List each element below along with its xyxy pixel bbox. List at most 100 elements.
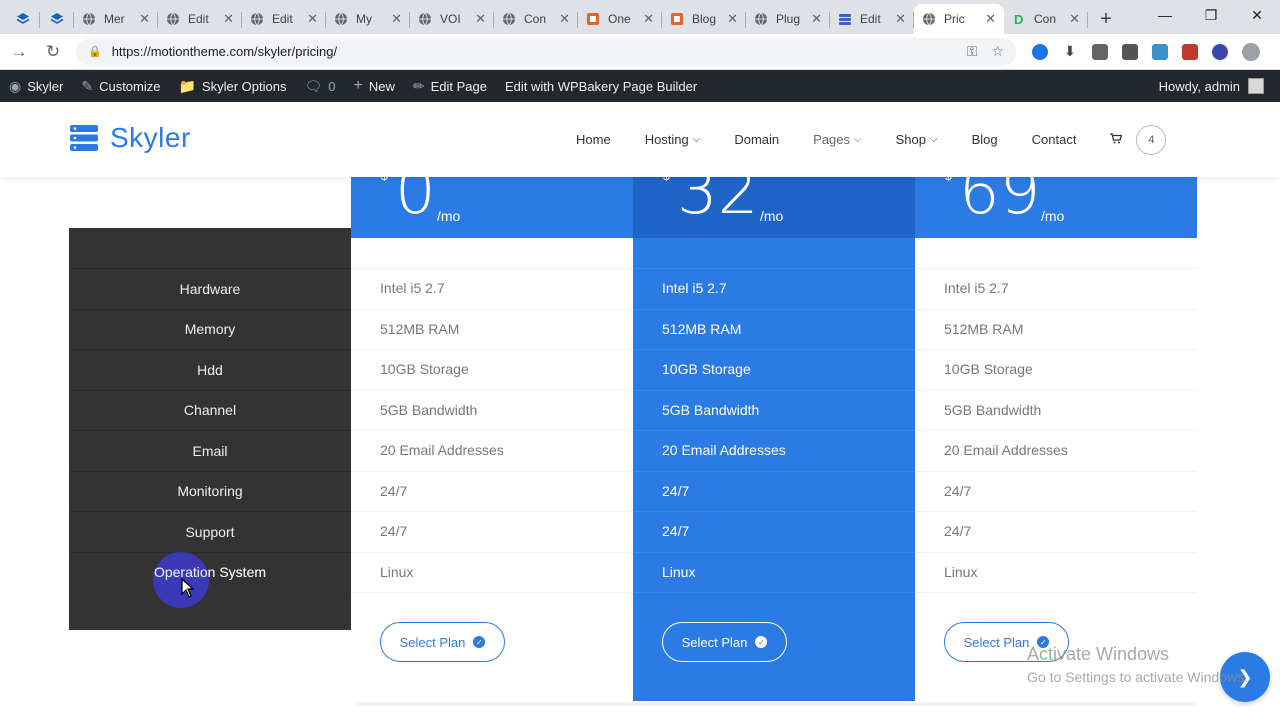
server-stack-icon: [70, 125, 98, 151]
admin-site-link[interactable]: ◉ Skyler: [0, 70, 72, 102]
watermark-line-1: Activate Windows: [1027, 644, 1170, 664]
reload-icon[interactable]: ↻: [38, 37, 68, 67]
profile-avatar-icon[interactable]: [1242, 42, 1260, 61]
plan-feature-value: 24/7: [380, 482, 408, 499]
tab-close-icon[interactable]: ✕: [475, 11, 486, 27]
tab-close-icon[interactable]: ✕: [895, 11, 906, 27]
download-icon[interactable]: ⬇: [1062, 43, 1078, 60]
forward-icon[interactable]: →: [4, 37, 34, 67]
plan-feature-value: Intel i5 2.7: [662, 280, 727, 297]
admin-edit-page-link[interactable]: ✏ Edit Page: [404, 70, 496, 102]
facebook-icon[interactable]: [1122, 43, 1138, 60]
extension-1b-icon[interactable]: [1092, 43, 1108, 60]
browser-tab[interactable]: D Con ✕: [1004, 4, 1088, 34]
admin-new-link[interactable]: + New: [345, 70, 404, 102]
tab-close-icon[interactable]: ✕: [727, 11, 738, 27]
browser-tab[interactable]: Pric ✕: [914, 4, 1004, 34]
chevron-down-icon: ⌵: [692, 134, 701, 145]
browser-tab[interactable]: Edit ✕: [830, 4, 914, 34]
avatar: [1248, 78, 1264, 94]
tab-close-icon[interactable]: ✕: [391, 11, 402, 27]
chevron-down-icon: ⌵: [854, 134, 862, 145]
browser-tab[interactable]: My ✕: [326, 4, 410, 34]
comment-icon: 🗨: [304, 77, 323, 94]
browser-tab[interactable]: [40, 4, 74, 34]
tab-close-icon[interactable]: ✕: [811, 11, 822, 27]
admin-options-link[interactable]: 📁 Skyler Options: [170, 70, 296, 102]
browser-tab[interactable]: Mer ✕: [74, 4, 158, 34]
layers-icon: [50, 12, 64, 26]
browser-tab[interactable]: Edit ✕: [158, 4, 242, 34]
plan-period: /mo: [437, 208, 461, 224]
admin-comments-link[interactable]: 🗨 0: [295, 70, 344, 102]
nav-item-hosting[interactable]: Hosting ⌵: [645, 132, 701, 147]
tab-close-icon[interactable]: ✕: [139, 11, 150, 27]
plan-feature-value: 512MB RAM: [662, 320, 742, 337]
cart-icon[interactable]: [1110, 132, 1123, 147]
folder-icon: 📁: [178, 77, 196, 94]
browser-tab[interactable]: [6, 4, 40, 34]
nav-item-domain[interactable]: Domain: [734, 132, 779, 147]
admin-customize-link[interactable]: ✎ Customize: [72, 70, 169, 102]
plan-feature-value: 5GB Bandwidth: [380, 401, 478, 418]
minimize-icon[interactable]: —: [1142, 0, 1188, 30]
browser-tab[interactable]: Con ✕: [494, 4, 578, 34]
site-logo[interactable]: Skyler: [68, 122, 191, 154]
layers-icon: [16, 12, 30, 26]
admin-wpbakery-link[interactable]: Edit with WPBakery Page Builder: [496, 70, 706, 102]
tab-close-icon[interactable]: ✕: [985, 11, 996, 27]
browser-tab[interactable]: Plug ✕: [746, 4, 830, 34]
close-window-icon[interactable]: ✕: [1234, 0, 1280, 30]
check-circle-icon: ✓: [755, 636, 768, 648]
cart-count-badge[interactable]: 4: [1136, 124, 1167, 155]
globe-icon: [418, 12, 432, 26]
tab-close-icon[interactable]: ✕: [1069, 11, 1080, 27]
restore-icon[interactable]: ❐: [1188, 0, 1234, 30]
address-bar[interactable]: 🔒 https://motiontheme.com/skyler/pricing…: [76, 37, 1016, 66]
plan-feature-value: 10GB Storage: [944, 361, 1033, 378]
brush-icon: ✎: [81, 77, 94, 94]
nav-item-contact[interactable]: Contact: [1032, 132, 1077, 147]
tab-close-icon[interactable]: ✕: [307, 11, 318, 27]
nav-item-blog[interactable]: Blog: [972, 132, 998, 147]
admin-account[interactable]: Howdy, admin: [1159, 78, 1280, 94]
tab-title: My: [356, 12, 372, 26]
url-text: https://motiontheme.com/skyler/pricing/: [111, 44, 338, 59]
key-icon[interactable]: ⚿: [967, 43, 978, 60]
tab-close-icon[interactable]: ✕: [223, 11, 234, 27]
star-icon[interactable]: ☆: [991, 43, 1004, 60]
nav-label: Shop: [895, 132, 926, 147]
browser-tab[interactable]: VOI ✕: [410, 4, 494, 34]
extension-globe-icon[interactable]: [1212, 43, 1228, 60]
extension-red-icon[interactable]: [1182, 43, 1198, 60]
globe-icon: [166, 12, 180, 26]
select-plan-button[interactable]: Select Plan ✓: [380, 622, 505, 662]
nav-label: Pages: [813, 132, 851, 147]
plan-feature-value: 24/7: [662, 482, 690, 499]
new-tab-button[interactable]: +: [1088, 4, 1124, 34]
pricing-plan: $0/mo Intel i5 2.7 512MB RAM 10GB Storage 5G…: [351, 177, 633, 701]
select-plan-button[interactable]: Select Plan ✓: [662, 622, 787, 662]
admin-howdy-label: Howdy, admin: [1158, 78, 1240, 94]
plan-header: $69/mo: [915, 177, 1197, 238]
plan-feature-value: Linux: [944, 563, 978, 580]
svg-text:D: D: [1014, 12, 1023, 26]
extension-screen-icon[interactable]: [1152, 43, 1168, 60]
tab-title: One: [608, 12, 631, 26]
nav-item-shop[interactable]: Shop ⌵: [896, 132, 938, 147]
tab-title: Blog: [692, 12, 717, 26]
browser-tab[interactable]: Blog ✕: [662, 4, 746, 34]
feature-label: Hdd: [69, 349, 351, 390]
feature-label: Hardware: [69, 268, 351, 309]
browser-tab[interactable]: Edit ✕: [242, 4, 326, 34]
plan-header: $32/mo: [633, 177, 915, 238]
browser-tab[interactable]: One ✕: [578, 4, 662, 34]
admin-options-label: Skyler Options: [201, 78, 287, 94]
tab-close-icon[interactable]: ✕: [559, 11, 570, 27]
extension-blue-icon[interactable]: [1032, 43, 1048, 60]
nav-label: Domain: [734, 132, 780, 147]
nav-item-home[interactable]: Home: [576, 132, 611, 147]
nav-item-pages[interactable]: Pages ⌵: [813, 132, 861, 147]
tab-close-icon[interactable]: ✕: [643, 11, 654, 27]
plan-feature-value: Linux: [662, 563, 696, 580]
